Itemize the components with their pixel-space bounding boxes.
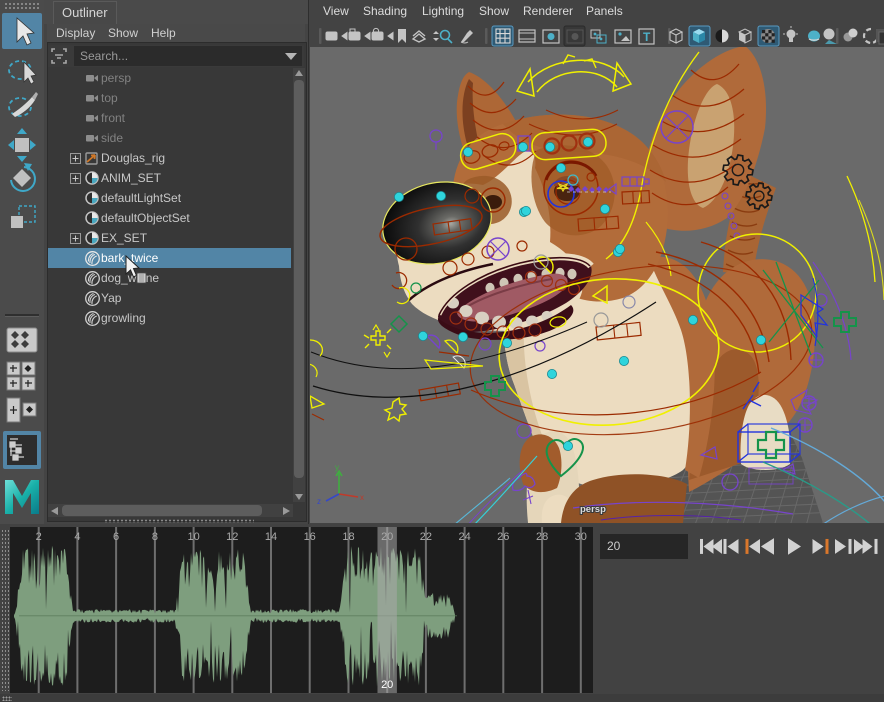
svg-text:26: 26 [497,531,509,543]
svg-text:22: 22 [420,531,432,543]
svg-text:18: 18 [342,531,354,543]
svg-text:12: 12 [226,531,238,543]
svg-text:4: 4 [74,531,80,543]
svg-text:20: 20 [381,531,393,543]
svg-text:16: 16 [304,531,316,543]
svg-text:x: x [360,493,364,502]
svg-text:28: 28 [536,531,548,543]
svg-text:T: T [643,30,651,44]
svg-text:6: 6 [113,531,119,543]
svg-text:10: 10 [187,531,199,543]
svg-text:30: 30 [575,531,587,543]
svg-text:14: 14 [265,531,277,543]
svg-text:persp: persp [580,504,606,515]
svg-text:24: 24 [458,531,470,543]
svg-text:8: 8 [152,531,158,543]
svg-text:2: 2 [36,531,42,543]
svg-text:20: 20 [381,679,393,691]
svg-text:y: y [335,463,339,472]
svg-text:z: z [317,497,321,506]
